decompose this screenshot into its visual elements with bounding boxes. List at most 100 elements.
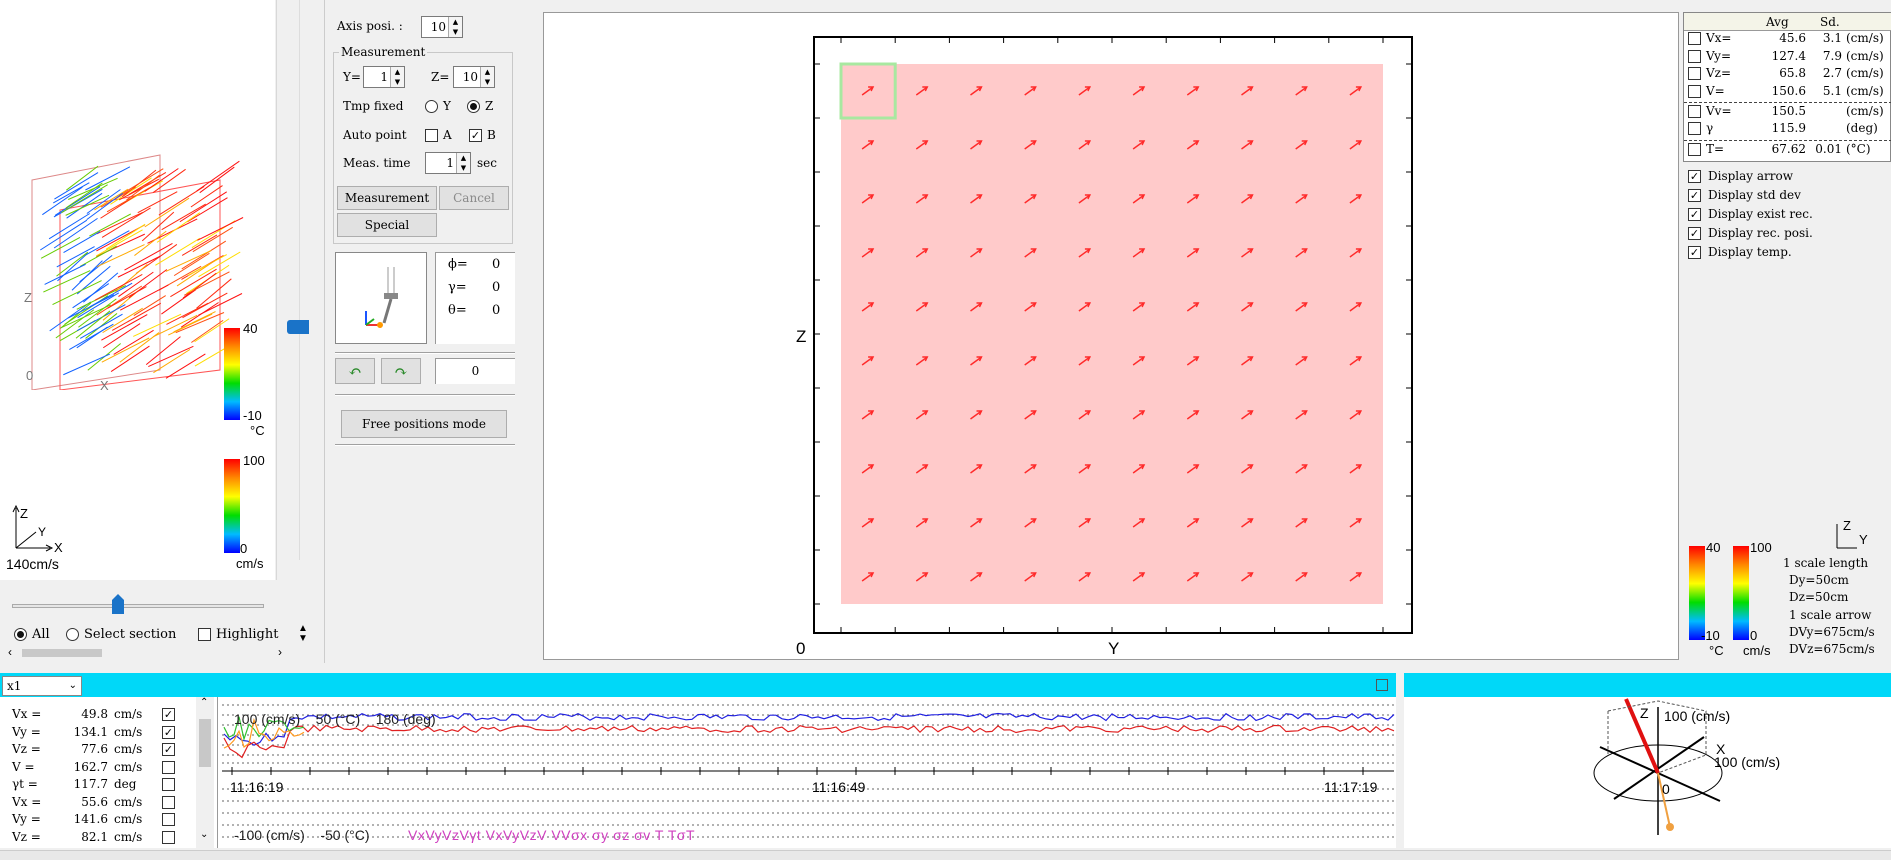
auto-point-b-checkbox[interactable]: ✓ (469, 129, 482, 142)
values-scroll-thumb[interactable] (199, 719, 211, 767)
legend-axis-y: Y (1859, 532, 1868, 547)
auto-point-b-label: B (487, 128, 496, 142)
ts-value-label: V = (12, 759, 35, 774)
spin-arrows-icon[interactable]: ▲ ▼ (480, 67, 494, 87)
ts-value-checkbox[interactable] (162, 830, 175, 844)
ts-value-checkbox[interactable]: ✓ (162, 725, 175, 739)
ts-value-unit: cm/s (114, 707, 143, 721)
stats-row-checkbox[interactable] (1688, 50, 1701, 63)
radio-all[interactable] (14, 628, 27, 641)
legend-axis-icon (1836, 524, 1857, 549)
radio-select-section[interactable] (66, 628, 79, 641)
chevron-down-icon: ⌄ (68, 680, 77, 691)
ts-value-number: 55.6 (81, 794, 108, 809)
ts-value-checkbox[interactable] (162, 795, 175, 809)
ts-value-label: Vz = (12, 829, 41, 844)
legend-speed-min: 0 (1750, 628, 1758, 643)
horizontal-scrollbar[interactable]: ‹ › (0, 645, 290, 660)
display-option-label: Display rec. posi. (1708, 226, 1813, 240)
spin-arrows-icon[interactable]: ▲ ▼ (456, 153, 470, 173)
stats-row-checkbox[interactable] (1688, 105, 1701, 118)
display-option-checkbox[interactable]: ✓ (1688, 189, 1701, 202)
stats-row-checkbox[interactable] (1688, 67, 1701, 80)
plot-z-label: Z (796, 327, 807, 346)
scroll-updown-icon[interactable]: ▲ ▼ (298, 624, 308, 644)
stats-row: Vz= 65.8 2.7 (cm/s) (1684, 65, 1891, 83)
legend-speed-unit: cm/s (1743, 643, 1771, 658)
display-option-checkbox[interactable]: ✓ (1688, 208, 1701, 221)
svg-text:X: X (54, 540, 63, 552)
ts-value-number: 134.1 (73, 724, 108, 739)
axis-x-label: X (100, 378, 109, 393)
stats-row: T= 67.62 0.01 (°C) (1684, 140, 1891, 158)
ts-value-checkbox[interactable] (162, 778, 175, 791)
highlight-checkbox[interactable] (198, 628, 211, 641)
y-spinner[interactable]: 1 ▲ ▼ (363, 66, 405, 88)
y-label: Y= (343, 70, 361, 84)
stats-row-checkbox[interactable] (1688, 85, 1701, 98)
section-plot[interactable] (544, 13, 1680, 661)
ts-value-checkbox[interactable] (162, 813, 175, 826)
vec-z-value: 100 (cm/s) (1664, 708, 1731, 724)
values-scrollbar[interactable]: ⌃ ⌄ (196, 697, 214, 848)
display-option-checkbox[interactable]: ✓ (1688, 170, 1701, 183)
section-slider-track[interactable] (12, 604, 264, 608)
multiplier-value: x1 (7, 679, 22, 693)
rotate-right-button[interactable]: ↷ (381, 358, 421, 384)
timeseries-chart[interactable]: 100 (cm/s) 50 (°C) 180 (deg) 11:16:19 11… (218, 697, 1396, 848)
main-plot-area[interactable]: Z Y 0 (543, 12, 1679, 660)
ts-value-checkbox[interactable] (162, 760, 175, 774)
display-option-checkbox[interactable]: ✓ (1688, 227, 1701, 240)
controls-column: Axis posi. : 10 ▲ ▼ Measurement Y= 1 ▲ ▼ Z= … (324, 0, 515, 663)
stats-row: γ 115.9 (deg) (1684, 120, 1891, 138)
scroll-down-icon[interactable]: ⌄ (200, 829, 208, 840)
multiplier-dropdown[interactable]: x1 ⌄ (2, 676, 82, 696)
spin-arrows-icon[interactable]: ▲ ▼ (390, 67, 404, 87)
scroll-thumb[interactable] (22, 649, 102, 657)
stats-row-sd: 0.01 (1815, 142, 1842, 156)
stats-row-checkbox[interactable] (1688, 122, 1701, 135)
ts-top-scale: 100 (cm/s) 50 (°C) 180 (deg) (234, 711, 436, 727)
vec-z-label: Z (1640, 705, 1649, 721)
ts-value-checkbox[interactable]: ✓ (162, 743, 175, 756)
rotation-value-field[interactable]: 0 (435, 358, 515, 384)
stats-row-checkbox[interactable] (1688, 143, 1701, 156)
rotate-left-button[interactable]: ↶ (335, 358, 375, 384)
ts-value-checkbox[interactable]: ✓ (162, 708, 175, 721)
cancel-button[interactable]: Cancel (439, 186, 509, 210)
auto-point-a-checkbox[interactable] (425, 129, 438, 142)
meas-time-spinner[interactable]: 1 ▲ ▼ (425, 152, 471, 174)
maximize-icon[interactable] (1376, 679, 1388, 691)
auto-point-a-label: A (443, 128, 452, 142)
y-value: 1 (380, 70, 388, 84)
axis-posi-spinner[interactable]: 10 ▲ ▼ (421, 16, 463, 38)
spin-arrows-icon[interactable]: ▲ ▼ (448, 17, 462, 37)
scroll-up-icon[interactable]: ⌃ (200, 697, 208, 708)
special-button[interactable]: Special (337, 213, 437, 237)
measurement-button[interactable]: Measurement (337, 186, 437, 210)
ts-value-number: 49.8 (81, 707, 108, 721)
stats-row-avg: 150.6 (1771, 84, 1806, 98)
stats-row-label: γ (1706, 121, 1714, 135)
display-option-checkbox[interactable]: ✓ (1688, 246, 1701, 259)
ts-value-row: Vy = 134.1 cm/s ✓ (0, 725, 196, 741)
scroll-left-icon[interactable]: ‹ (8, 645, 12, 659)
ts-bottom-scale: -100 (cm/s) -50 (°C) (234, 827, 370, 843)
stats-row-avg: 67.62 (1771, 142, 1806, 156)
svg-text:Z: Z (20, 506, 28, 521)
ts-value-label: Vy = (12, 724, 41, 739)
splitter-handle[interactable] (287, 320, 309, 334)
tmp-fixed-y-radio[interactable] (425, 100, 438, 113)
z-spinner[interactable]: 10 ▲ ▼ (453, 66, 495, 88)
scroll-right-icon[interactable]: › (278, 645, 282, 659)
stats-row-unit: (cm/s) (1846, 104, 1884, 118)
free-positions-button[interactable]: Free positions mode (341, 410, 507, 438)
tmp-fixed-z-radio[interactable] (467, 100, 480, 113)
panel-splitter[interactable] (276, 0, 320, 580)
speed-max: 100 (243, 453, 265, 468)
ts-time-2: 11:17:19 (1324, 779, 1378, 795)
z-value: 10 (462, 70, 478, 84)
stats-row-checkbox[interactable] (1688, 32, 1701, 45)
section-slider-thumb[interactable] (112, 594, 124, 614)
left-3d-view[interactable]: Z X 0 40 -10 °C 100 0 cm/s Z Y X 140cm/s (0, 0, 275, 580)
